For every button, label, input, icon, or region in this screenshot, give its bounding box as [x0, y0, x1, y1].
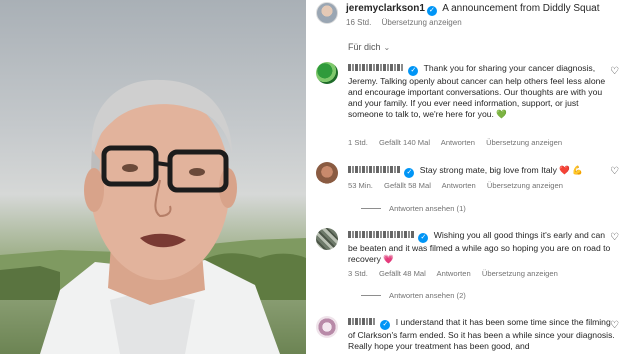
video-player[interactable] [0, 0, 306, 354]
commenter-username[interactable] [348, 231, 414, 238]
comment-time: 3 Std. [348, 269, 368, 278]
caption-time: 16 Std. [346, 18, 372, 27]
author-avatar[interactable] [316, 2, 338, 24]
sort-label: Für dich [348, 42, 381, 52]
comment-time: 1 Std. [348, 138, 368, 147]
verified-badge-icon: ✓ [404, 168, 415, 178]
comment-time: 53 Min. [348, 181, 373, 190]
commenter-avatar[interactable] [316, 62, 338, 84]
video-frame [0, 79, 306, 354]
commenter-username[interactable] [348, 318, 376, 325]
chevron-down-icon: ⌄ [383, 43, 391, 52]
view-replies-button[interactable]: Antworten ansehen (2) [361, 291, 466, 300]
verified-badge-icon: ✓ [418, 233, 429, 243]
comment-likes[interactable]: Gefällt 140 Mal [379, 138, 430, 147]
verified-badge-icon: ✓ [380, 320, 391, 330]
red-heart-emoji: ❤️ [559, 165, 570, 175]
like-heart-icon[interactable]: ♡ [610, 166, 619, 177]
comment-reply-button[interactable]: Antworten [442, 181, 476, 190]
comment-reply-button[interactable]: Antworten [441, 138, 475, 147]
sparkling-heart-emoji: 💗 [383, 254, 395, 264]
author-username[interactable]: jeremyclarkson1 [346, 3, 425, 14]
comment-translate-link[interactable]: Übersetzung anzeigen [482, 269, 558, 278]
caption-text: A announcement from Diddly Squat [442, 3, 600, 14]
view-replies-button[interactable]: Antworten ansehen (1) [361, 204, 466, 213]
comment-likes[interactable]: Gefällt 48 Mal [379, 269, 426, 278]
caption-translate-link[interactable]: Übersetzung anzeigen [382, 18, 462, 27]
comment-text: Thank you for sharing your cancer diagno… [348, 63, 606, 119]
verified-badge-icon: ✓ [426, 6, 437, 16]
commenter-username[interactable] [348, 64, 404, 71]
commenter-avatar[interactable] [316, 316, 338, 338]
green-heart-emoji: 💚 [496, 109, 507, 119]
like-heart-icon[interactable]: ♡ [610, 232, 619, 243]
comment-sort-dropdown[interactable]: Für dich ⌄ [348, 42, 390, 52]
background-bushes [0, 266, 60, 300]
comment-translate-link[interactable]: Übersetzung anzeigen [486, 138, 562, 147]
view-replies-label: Antworten ansehen (2) [389, 291, 466, 300]
commenter-avatar[interactable] [316, 228, 338, 250]
comment-translate-link[interactable]: Übersetzung anzeigen [487, 181, 563, 190]
commenter-username[interactable] [348, 166, 400, 173]
view-replies-label: Antworten ansehen (1) [389, 204, 466, 213]
replies-divider [361, 295, 381, 296]
replies-divider [361, 208, 381, 209]
comment-likes[interactable]: Gefällt 58 Mal [384, 181, 431, 190]
comment-text: Stay strong mate, big love from Italy [419, 165, 557, 175]
comments-panel: jeremyclarkson1 ✓ A announcement from Did… [306, 0, 629, 354]
commenter-avatar[interactable] [316, 162, 338, 184]
like-heart-icon[interactable]: ♡ [610, 320, 619, 331]
verified-badge-icon: ✓ [408, 66, 419, 76]
flexed-biceps-emoji: 💪 [572, 165, 584, 175]
like-heart-icon[interactable]: ♡ [610, 66, 619, 77]
comment-reply-button[interactable]: Antworten [437, 269, 471, 278]
